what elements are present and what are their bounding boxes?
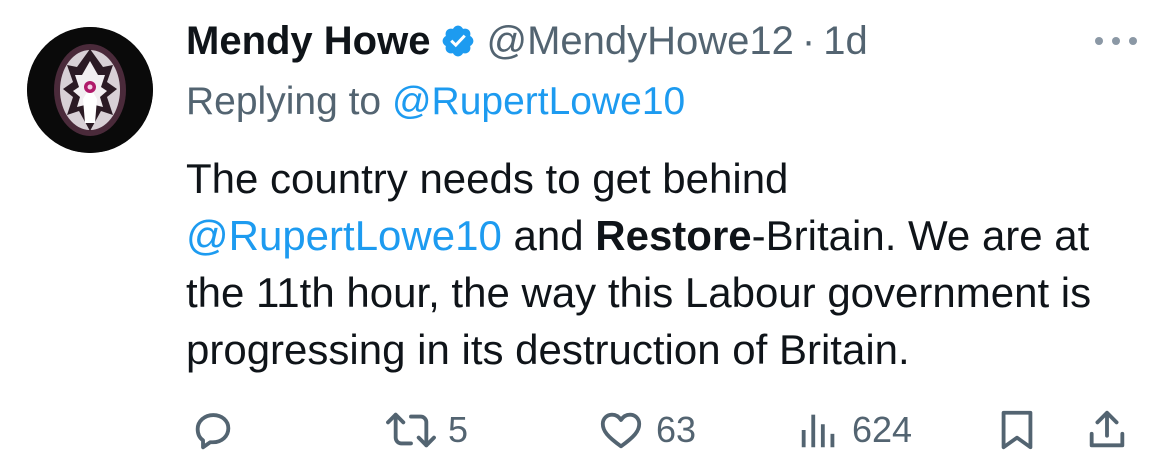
- bookmark-button[interactable]: [994, 404, 1040, 456]
- body-bold-restore: Restore: [595, 212, 752, 259]
- replying-to-mention[interactable]: @RupertLowe10: [392, 80, 685, 123]
- tweet-header: Mendy Howe @MendyHowe12 · 1d: [186, 16, 868, 66]
- body-and: and: [501, 212, 596, 259]
- share-button[interactable]: [1084, 404, 1130, 456]
- retweet-count: 5: [448, 409, 469, 450]
- more-dots-icon: [1095, 37, 1137, 45]
- body-line-1: The country needs to get behind: [186, 155, 789, 202]
- like-button[interactable]: 63: [596, 404, 696, 456]
- verified-badge-icon: [440, 23, 476, 59]
- retweet-button[interactable]: 5: [384, 404, 468, 456]
- author-name[interactable]: Mendy Howe: [186, 16, 430, 66]
- like-count: 63: [656, 409, 697, 450]
- bookmark-icon: [1001, 410, 1033, 450]
- bar-chart-icon: [801, 414, 835, 448]
- views-count: 624: [852, 409, 913, 450]
- heart-icon: [600, 412, 642, 449]
- avatar-image: [27, 27, 153, 153]
- body-mention[interactable]: @RupertLowe10: [186, 212, 502, 259]
- replying-to-line: Replying to @RupertLowe10: [186, 78, 685, 126]
- avatar[interactable]: [27, 27, 153, 153]
- author-handle[interactable]: @MendyHowe12: [486, 16, 793, 66]
- header-separator: ·: [801, 19, 816, 63]
- reply-button[interactable]: [190, 404, 236, 456]
- more-options-button[interactable]: [1088, 26, 1144, 56]
- tweet-body: The country needs to get behind @RupertL…: [186, 150, 1156, 378]
- reply-bubble-icon: [195, 413, 231, 450]
- views-button[interactable]: 624: [796, 404, 912, 456]
- action-bar: 5 63 624: [186, 400, 1146, 458]
- share-upload-icon: [1089, 410, 1125, 448]
- timestamp[interactable]: 1d: [823, 16, 868, 66]
- replying-label: Replying to: [186, 80, 382, 123]
- retweet-icon: [386, 412, 436, 448]
